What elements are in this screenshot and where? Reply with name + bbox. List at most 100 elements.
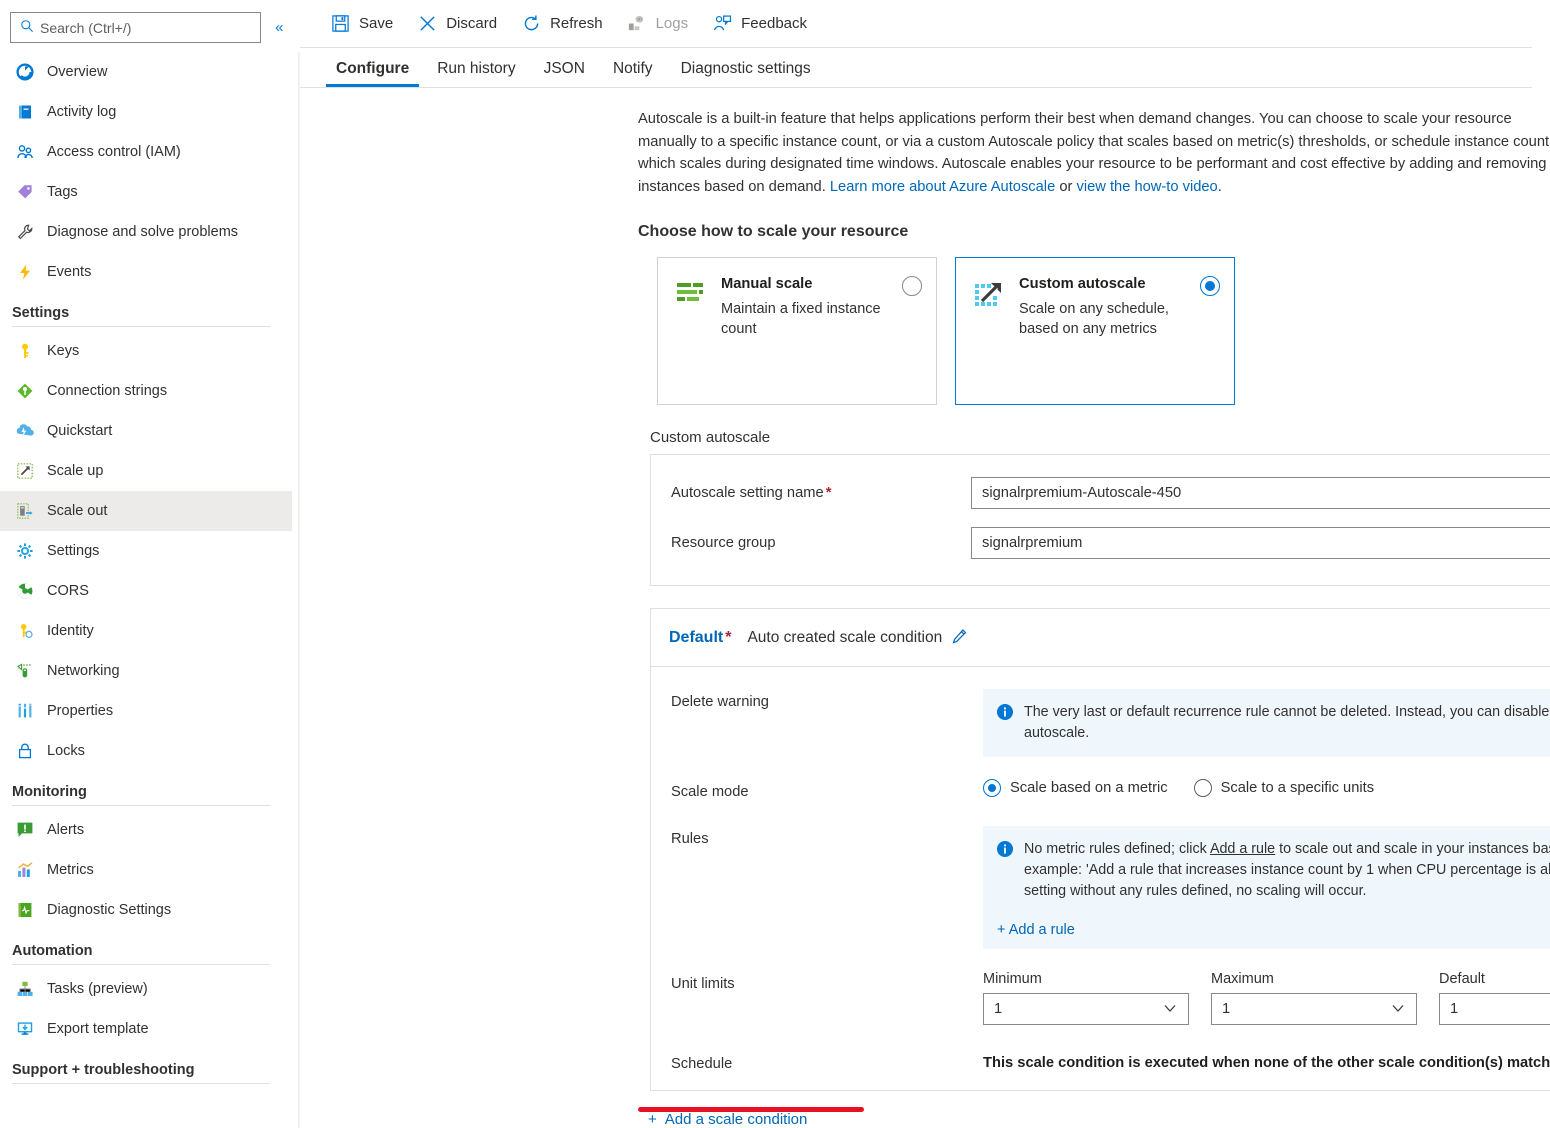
scale-mode-metric-radio[interactable]: Scale based on a metric <box>983 779 1168 797</box>
custom-autoscale-subheading: Custom autoscale <box>650 429 1550 446</box>
scale-mode-row: Scale mode Scale based on a metric Scale… <box>651 779 1550 800</box>
choose-scale-heading: Choose how to scale your resource <box>638 223 1550 241</box>
sidebar-item-quickstart[interactable]: Quickstart <box>0 411 292 451</box>
chevron-down-icon <box>1391 1001 1405 1019</box>
sidebar-item-label: Access control (IAM) <box>47 144 181 160</box>
feedback-button[interactable]: Feedback <box>702 8 821 40</box>
pencil-icon[interactable] <box>951 628 968 648</box>
resource-group-label: Resource group <box>651 535 971 551</box>
sidebar-item-alerts[interactable]: Alerts <box>0 810 292 850</box>
sidebar-item-export-template[interactable]: Export template <box>0 1009 292 1049</box>
search-input[interactable] <box>34 14 249 41</box>
manual-scale-title: Manual scale <box>721 276 888 292</box>
tab-notify[interactable]: Notify <box>599 60 667 87</box>
sidebar-item-networking[interactable]: Networking <box>0 651 292 691</box>
sidebar-item-label: Locks <box>47 743 85 759</box>
cors-icon <box>14 581 36 601</box>
tab-diagnostic-settings[interactable]: Diagnostic settings <box>667 60 825 87</box>
sidebar-item-diagnose-and-solve-problems[interactable]: Diagnose and solve problems <box>0 212 292 252</box>
schedule-label: Schedule <box>651 1051 983 1072</box>
add-scale-condition-button[interactable]: + Add a scale condition <box>648 1111 807 1128</box>
sidebar-item-overview[interactable]: Overview <box>0 52 292 92</box>
sidebar-item-access-control-iam[interactable]: Access control (IAM) <box>0 132 292 172</box>
sidebar-item-label: CORS <box>47 583 89 599</box>
refresh-label: Refresh <box>550 15 603 32</box>
sidebar-item-label: Metrics <box>47 862 94 878</box>
unit-limits-selects: Minimum1Maximum1Default1 <box>983 971 1550 1025</box>
rules-text-1: No metric rules defined; click <box>1024 841 1210 857</box>
autoscale-setting-name-input[interactable]: signalrpremium-Autoscale-450 <box>971 477 1550 509</box>
limit-minimum-label: Minimum <box>983 971 1189 987</box>
sidebar-item-label: Networking <box>47 663 120 679</box>
scale-mode-units-radio[interactable]: Scale to a specific units <box>1194 779 1374 797</box>
tab-configure[interactable]: Configure <box>322 60 423 87</box>
sidebar-item-cors[interactable]: CORS <box>0 571 292 611</box>
sidebar-item-activity-log[interactable]: Activity log <box>0 92 292 132</box>
sidebar-item-locks[interactable]: Locks <box>0 731 292 771</box>
alerts-icon <box>14 820 36 840</box>
locks-icon <box>14 741 36 761</box>
settings-gear-icon <box>14 541 36 561</box>
sidebar-item-diagnostic-settings[interactable]: Diagnostic Settings <box>0 890 292 930</box>
sidebar-item-metrics[interactable]: Metrics <box>0 850 292 890</box>
sidebar-item-tasks-preview[interactable]: Tasks (preview) <box>0 969 292 1009</box>
svg-text:m: m <box>638 17 642 23</box>
tab-run-history[interactable]: Run history <box>423 60 529 87</box>
resource-group-row: Resource group signalrpremium <box>651 527 1550 559</box>
rules-message: No metric rules defined; click Add a rul… <box>1024 839 1550 902</box>
limit-minimum-value: 1 <box>994 1001 1002 1017</box>
sidebar-item-tags[interactable]: Tags <box>0 172 292 212</box>
sidebar-item-label: Scale up <box>47 463 103 479</box>
sidebar-group-header: Automation <box>0 930 292 962</box>
sidebar-item-scale-out[interactable]: Scale out <box>0 491 292 531</box>
sidebar-item-properties[interactable]: Properties <box>0 691 292 731</box>
custom-autoscale-radio[interactable] <box>1200 276 1220 296</box>
sidebar-item-label: Identity <box>47 623 94 639</box>
autoscale-setting-name-label-text: Autoscale setting name <box>671 485 824 501</box>
plus-icon: + <box>997 922 1005 938</box>
collapse-menu-button[interactable]: « <box>269 17 290 39</box>
sidebar-search-row: « <box>0 0 300 43</box>
sidebar-item-label: Settings <box>47 543 99 559</box>
limit-maximum-select[interactable]: 1 <box>1211 993 1417 1025</box>
scale-out-icon <box>14 501 36 521</box>
save-button[interactable]: Save <box>320 8 407 40</box>
limit-default-select[interactable]: 1 <box>1439 993 1550 1025</box>
unit-limits-row: Unit limits Minimum1Maximum1Default1 <box>651 971 1550 1025</box>
limit-maximum-label: Maximum <box>1211 971 1417 987</box>
refresh-button[interactable]: Refresh <box>511 8 617 40</box>
radio-dot-icon <box>983 779 1001 797</box>
manual-scale-radio[interactable] <box>902 276 922 296</box>
tab-json[interactable]: JSON <box>530 60 599 87</box>
sidebar-item-events[interactable]: Events <box>0 252 292 292</box>
quickstart-icon <box>14 421 36 441</box>
sidebar-item-label: Overview <box>47 64 107 80</box>
intro-text-2: or <box>1055 179 1076 195</box>
networking-icon <box>14 661 36 681</box>
diagnose-icon <box>14 222 36 242</box>
tab-bar: ConfigureRun historyJSONNotifyDiagnostic… <box>300 48 1532 88</box>
sidebar-item-scale-up[interactable]: Scale up <box>0 451 292 491</box>
custom-autoscale-card[interactable]: Custom autoscale Scale on any schedule, … <box>955 257 1235 405</box>
sidebar-item-keys[interactable]: Keys <box>0 331 292 371</box>
add-a-rule-inline-link[interactable]: Add a rule <box>1210 841 1275 857</box>
tags-icon <box>14 182 36 202</box>
limit-minimum-select[interactable]: 1 <box>983 993 1189 1025</box>
overview-icon <box>14 62 36 82</box>
add-a-rule-button[interactable]: + Add a rule <box>997 920 1550 941</box>
sidebar-group-header: Settings <box>0 292 292 324</box>
sidebar-item-connection-strings[interactable]: Connection strings <box>0 371 292 411</box>
search-box[interactable] <box>10 12 261 43</box>
limit-maximum-value: 1 <box>1222 1001 1230 1017</box>
resource-group-select[interactable]: signalrpremium <box>971 527 1550 559</box>
sidebar-item-label: Properties <box>47 703 113 719</box>
custom-autoscale-desc: Scale on any schedule, based on any metr… <box>1019 299 1186 339</box>
unit-limits-label: Unit limits <box>651 971 983 1025</box>
sidebar-item-identity[interactable]: Identity <box>0 611 292 651</box>
sidebar-item-settings[interactable]: Settings <box>0 531 292 571</box>
sidebar-item-label: Diagnose and solve problems <box>47 224 238 240</box>
how-to-video-link[interactable]: view the how-to video <box>1076 179 1217 195</box>
discard-button[interactable]: Discard <box>407 8 511 40</box>
manual-scale-card[interactable]: Manual scale Maintain a fixed instance c… <box>657 257 937 405</box>
learn-more-link[interactable]: Learn more about Azure Autoscale <box>830 179 1055 195</box>
